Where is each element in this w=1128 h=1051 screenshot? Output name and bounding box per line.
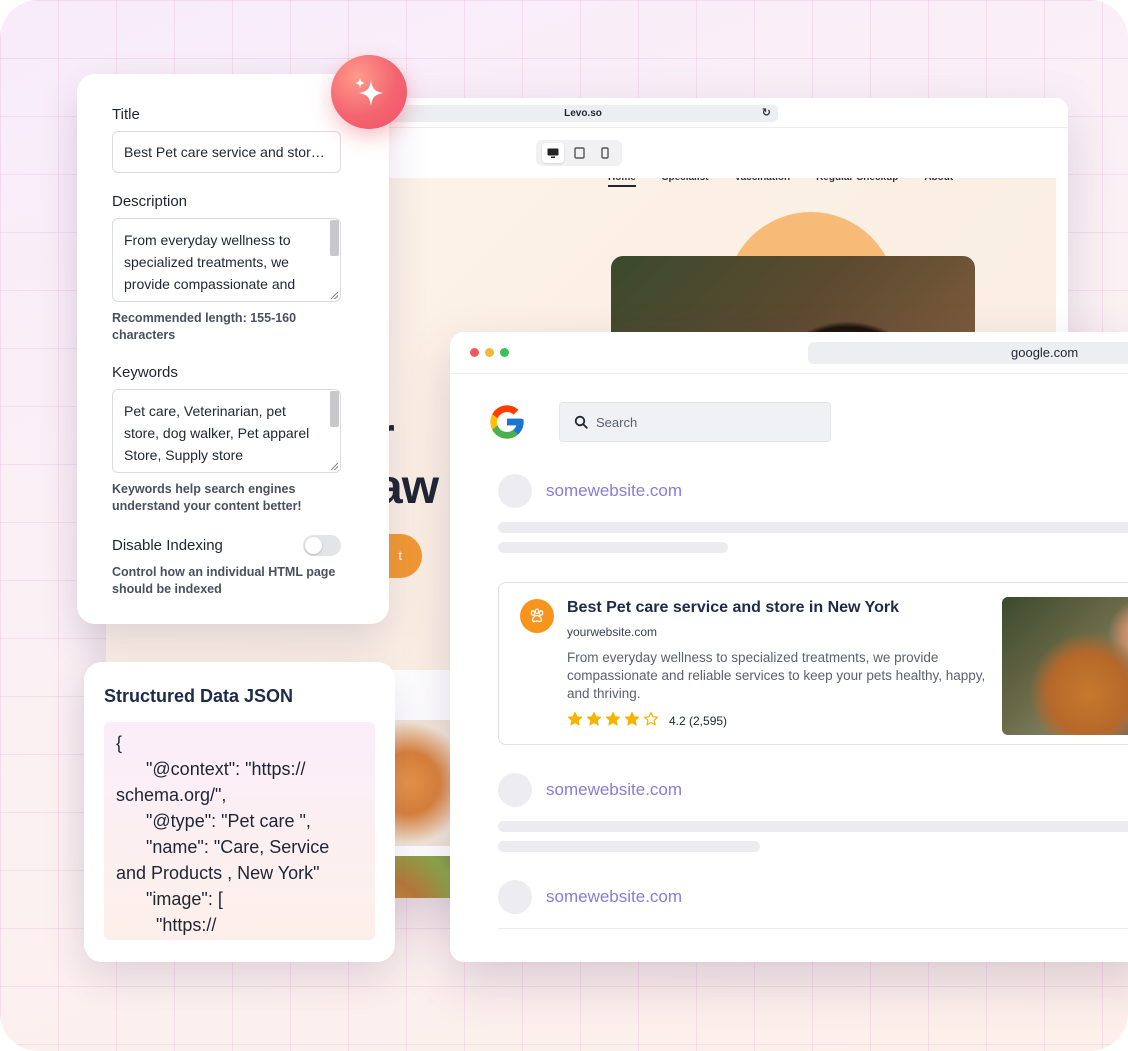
- seo-settings-panel: Title Best Pet care service and store in…: [77, 74, 389, 624]
- star-filled-icon: [624, 712, 640, 726]
- reload-icon[interactable]: ↻: [762, 105, 771, 122]
- result-domain-link[interactable]: somewebsite.com: [546, 887, 682, 907]
- keywords-textarea[interactable]: Pet care, Veterinarian, pet store, dog w…: [112, 389, 341, 473]
- featured-result-photo: [1002, 597, 1128, 735]
- star-outline-icon: [643, 712, 659, 726]
- google-url-bar[interactable]: google.com: [808, 342, 1128, 364]
- description-text: From everyday wellness to specialized tr…: [124, 232, 305, 301]
- preview-url-bar[interactable]: Levo.so ↻: [388, 105, 778, 122]
- title-label: Title: [112, 106, 140, 123]
- skeleton-line: [498, 542, 728, 553]
- search-result-row[interactable]: somewebsite.com: [498, 773, 682, 807]
- canvas-background: Levo.so ↻ Home Specialist Vaccination Re…: [0, 0, 1128, 1051]
- result-favicon-placeholder: [498, 474, 532, 508]
- json-code-block[interactable]: { "@context": "https:// schema.org/", "@…: [104, 722, 375, 940]
- close-window-dot[interactable]: [470, 348, 479, 357]
- search-result-row[interactable]: somewebsite.com: [498, 474, 682, 508]
- star-filled-icon: [586, 712, 602, 726]
- result-favicon-placeholder: [498, 773, 532, 807]
- skeleton-line: [498, 841, 760, 852]
- google-preview-window: google.com Search somewebsite.com Best P…: [450, 332, 1128, 962]
- result-domain-link[interactable]: somewebsite.com: [546, 481, 682, 501]
- indexing-row: Disable Indexing: [112, 535, 341, 556]
- preview-url-text: Levo.so: [564, 108, 602, 119]
- minimize-window-dot[interactable]: [485, 348, 494, 357]
- tablet-view-button[interactable]: [568, 143, 590, 163]
- search-icon: [574, 415, 588, 429]
- toggle-knob: [305, 537, 322, 554]
- resize-grip-icon[interactable]: [331, 292, 338, 299]
- indexing-helper: Control how an individual HTML page shou…: [112, 565, 336, 596]
- star-filled-icon: [605, 712, 621, 726]
- mobile-view-button[interactable]: [594, 143, 616, 163]
- title-input[interactable]: Best Pet care service and store in New Y…: [112, 131, 341, 173]
- keywords-text: Pet care, Veterinarian, pet store, dog w…: [124, 403, 310, 463]
- device-switcher: [536, 140, 622, 166]
- structured-data-title: Structured Data JSON: [104, 686, 294, 706]
- tablet-icon: [573, 147, 585, 159]
- nav-specialist[interactable]: Specialist: [662, 178, 709, 187]
- featured-result-title[interactable]: Best Pet care service and store in New Y…: [567, 599, 899, 617]
- sparkle-icon: [355, 78, 383, 106]
- description-textarea[interactable]: From everyday wellness to specialized tr…: [112, 218, 341, 302]
- nav-regular-checkup[interactable]: Regular Checkup: [816, 178, 898, 187]
- resize-grip-icon[interactable]: [331, 463, 338, 470]
- description-helper: Recommended length: 155-160 characters: [112, 311, 297, 342]
- rating-row: 4.2 (2,595): [567, 711, 727, 730]
- google-url-text: google.com: [1011, 345, 1079, 360]
- rating-text: 4.2 (2,595): [669, 713, 728, 728]
- result-domain-link[interactable]: somewebsite.com: [546, 780, 682, 800]
- nav-home[interactable]: Home: [608, 178, 636, 187]
- keywords-scrollbar[interactable]: [330, 391, 339, 427]
- desktop-view-button[interactable]: [542, 143, 564, 163]
- disable-indexing-toggle[interactable]: [303, 535, 341, 556]
- mobile-icon: [601, 147, 609, 159]
- star-filled-icon: [567, 712, 583, 726]
- keywords-label: Keywords: [112, 364, 178, 381]
- google-toolbar: google.com: [450, 332, 1128, 374]
- google-logo-icon: [490, 405, 524, 439]
- featured-search-result[interactable]: Best Pet care service and store in New Y…: [498, 582, 1128, 745]
- desktop-icon: [547, 148, 559, 158]
- search-result-row[interactable]: somewebsite.com: [498, 880, 682, 914]
- ai-sparkle-button[interactable]: [331, 55, 407, 129]
- rating-stars: [567, 711, 662, 730]
- indexing-label: Disable Indexing: [112, 537, 223, 554]
- google-search-input[interactable]: Search: [559, 402, 831, 442]
- description-label: Description: [112, 193, 188, 210]
- search-placeholder: Search: [596, 414, 638, 430]
- nav-vaccination[interactable]: Vaccination: [735, 178, 791, 187]
- featured-result-description: From everyday wellness to specialized tr…: [567, 650, 986, 701]
- nav-about[interactable]: About: [924, 178, 953, 187]
- site-nav: Home Specialist Vaccination Regular Chec…: [608, 178, 953, 187]
- result-favicon-placeholder: [498, 880, 532, 914]
- skeleton-line: [498, 821, 1128, 832]
- divider: [498, 928, 1128, 929]
- keywords-helper: Keywords help search engines understand …: [112, 482, 302, 513]
- paw-icon: [520, 599, 554, 633]
- skeleton-line: [498, 522, 1128, 533]
- featured-result-url[interactable]: yourwebsite.com: [567, 625, 657, 639]
- structured-data-panel: Structured Data JSON { "@context": "http…: [84, 662, 395, 962]
- maximize-window-dot[interactable]: [500, 348, 509, 357]
- description-scrollbar[interactable]: [330, 220, 339, 256]
